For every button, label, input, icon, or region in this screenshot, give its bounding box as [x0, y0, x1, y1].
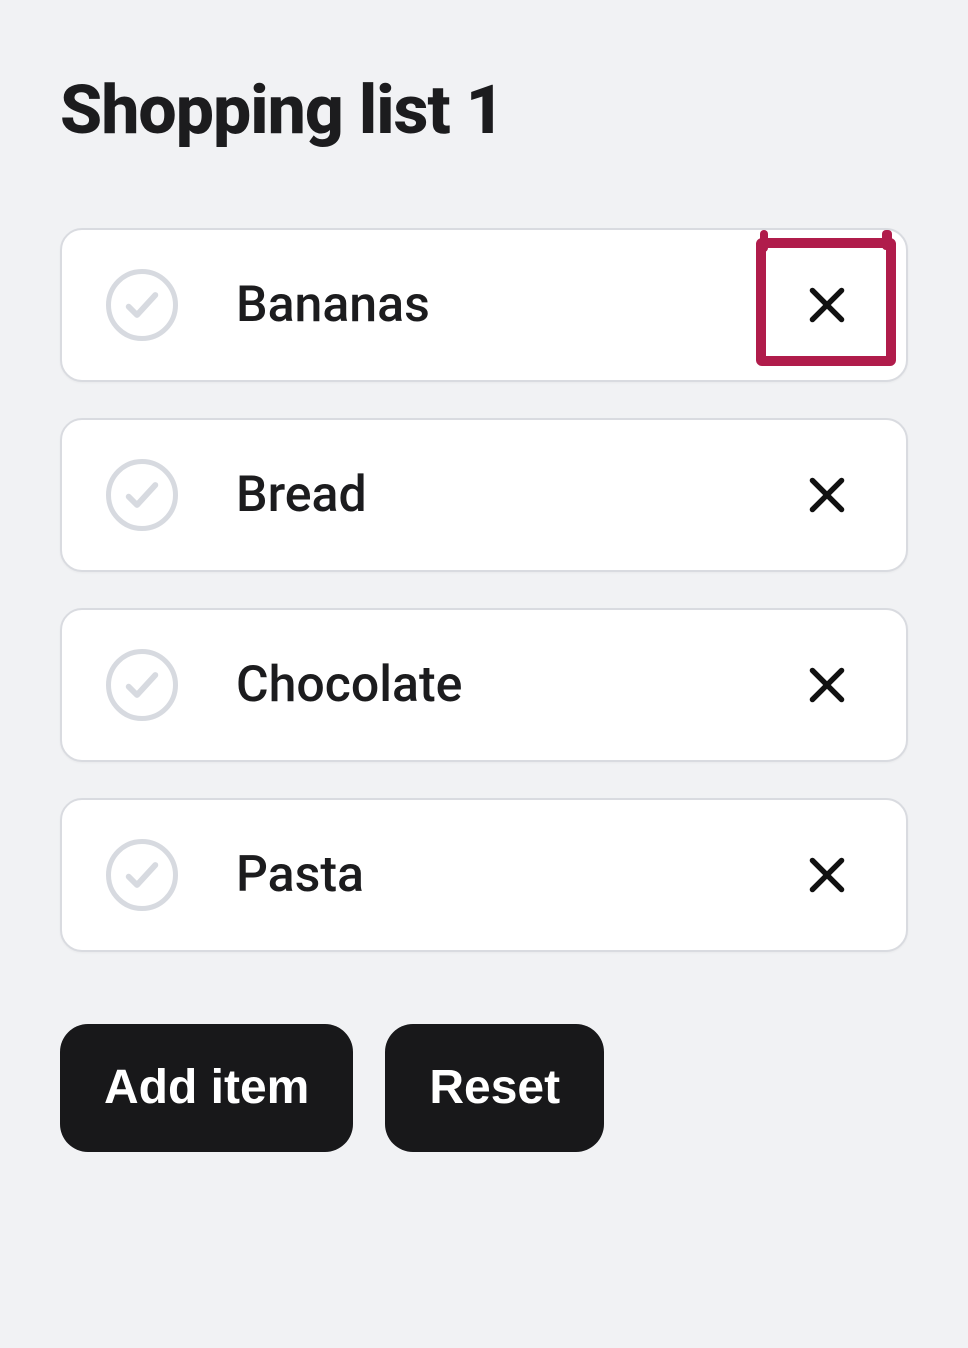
shopping-list-panel: Shopping list 1 Bananas Bread — [0, 0, 968, 1348]
shopping-list: Bananas Bread Chocolate — [60, 228, 908, 952]
check-icon — [122, 475, 162, 515]
remove-item-button[interactable] — [792, 460, 862, 530]
remove-item-button[interactable] — [792, 650, 862, 720]
check-toggle[interactable] — [106, 839, 178, 911]
check-icon — [122, 665, 162, 705]
item-label: Bread — [236, 466, 792, 524]
close-icon — [802, 469, 852, 521]
check-icon — [122, 855, 162, 895]
remove-item-button[interactable] — [792, 840, 862, 910]
check-toggle[interactable] — [106, 269, 178, 341]
close-icon — [802, 659, 852, 711]
close-icon — [802, 849, 852, 901]
check-icon — [122, 285, 162, 325]
list-item: Bread — [60, 418, 908, 572]
add-item-button[interactable]: Add item — [60, 1024, 353, 1152]
reset-button[interactable]: Reset — [385, 1024, 604, 1152]
item-label: Bananas — [236, 276, 792, 334]
list-item: Bananas — [60, 228, 908, 382]
page-title: Shopping list 1 — [60, 70, 908, 150]
close-icon — [802, 279, 852, 331]
check-toggle[interactable] — [106, 649, 178, 721]
list-item: Pasta — [60, 798, 908, 952]
item-label: Chocolate — [236, 656, 792, 714]
action-buttons: Add item Reset — [60, 1024, 908, 1152]
item-label: Pasta — [236, 846, 792, 904]
remove-item-button[interactable] — [792, 270, 862, 340]
list-item: Chocolate — [60, 608, 908, 762]
check-toggle[interactable] — [106, 459, 178, 531]
